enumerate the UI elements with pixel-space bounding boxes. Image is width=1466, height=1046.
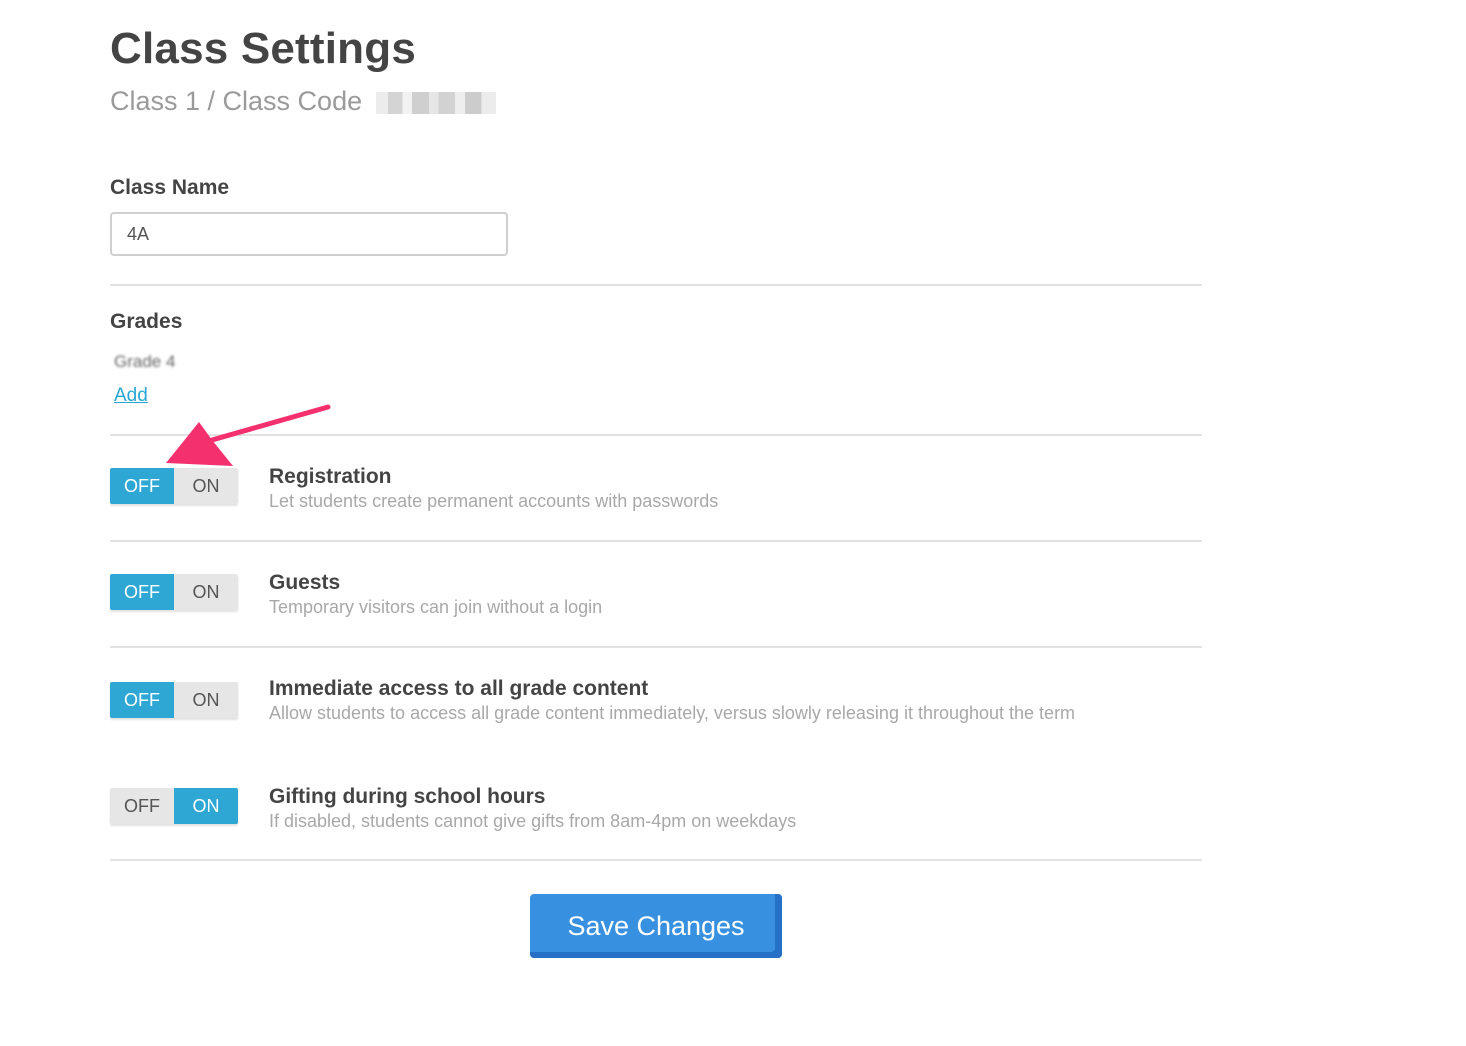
class-name-label: Class Name [110, 176, 230, 199]
gifting-on-option[interactable]: ON [174, 788, 238, 824]
guests-toggle[interactable]: OFF ON [110, 574, 238, 610]
divider [110, 284, 1202, 286]
class-name-input[interactable] [110, 212, 508, 256]
immediate-access-off-option[interactable]: OFF [110, 682, 174, 718]
guests-on-option[interactable]: ON [174, 574, 238, 610]
immediate-access-on-option[interactable]: ON [174, 682, 238, 718]
gifting-toggle[interactable]: OFF ON [110, 788, 238, 824]
divider [110, 859, 1202, 861]
page-title: Class Settings [110, 24, 417, 73]
grade-item: Grade 4 [114, 352, 176, 368]
gifting-off-option[interactable]: OFF [110, 788, 174, 824]
immediate-access-toggle[interactable]: OFF ON [110, 682, 238, 718]
grades-label: Grades [110, 310, 183, 333]
divider [110, 646, 1202, 648]
annotation-arrow-icon [166, 404, 331, 466]
guests-description: Temporary visitors can join without a lo… [269, 597, 603, 617]
immediate-access-description: Allow students to access all grade conte… [269, 703, 1076, 723]
immediate-access-title: Immediate access to all grade content [269, 677, 649, 700]
class-breadcrumb: Class 1 / Class Code [110, 86, 363, 116]
add-grade-link[interactable]: Add [114, 385, 148, 407]
guests-title: Guests [269, 571, 341, 594]
page-subtitle: Class 1 / Class Code [110, 86, 496, 117]
save-changes-button[interactable]: Save Changes [530, 894, 782, 958]
gifting-description: If disabled, students cannot give gifts … [269, 811, 797, 831]
registration-description: Let students create permanent accounts w… [269, 491, 719, 511]
gifting-title: Gifting during school hours [269, 785, 546, 808]
redacted-class-code [375, 91, 496, 114]
divider [110, 540, 1202, 542]
guests-off-option[interactable]: OFF [110, 574, 174, 610]
